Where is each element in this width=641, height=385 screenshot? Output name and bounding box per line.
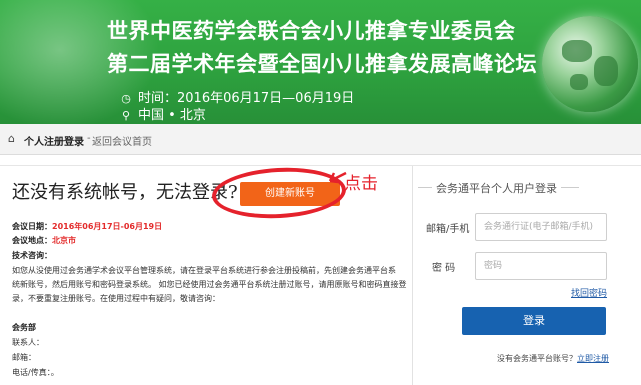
banner-location-text: 中国 • 北京: [138, 108, 206, 123]
forgot-password-link[interactable]: 找回密码: [571, 286, 607, 299]
contact-label: 联系人：: [12, 338, 44, 347]
banner-title-line2: 第二届学术年会暨全国小儿推拿发展高峰论坛: [107, 52, 537, 76]
register-prompt-text: 没有会务通平台账号？: [497, 354, 577, 363]
help-text-line3: 录，不要重复注册账号。在使用过程中有疑问，敬请咨询：: [12, 294, 220, 303]
location-pin-icon: ⚲: [121, 109, 131, 122]
content-divider: [0, 165, 641, 166]
login-button[interactable]: 登录: [462, 307, 606, 335]
meeting-place-value: 北京市: [52, 236, 76, 245]
breadcrumb-separator: -: [87, 133, 91, 144]
register-prompt: 没有会务通平台账号？立即注册: [497, 353, 609, 364]
breadcrumb: ⌂ 个人注册登录 - 返回会议首页: [0, 124, 641, 155]
help-text-line2: 统新账号，然后用账号和密码登录系统。 如您已经使用过会务通平台系统注册过账号，请…: [12, 280, 407, 289]
register-link[interactable]: 立即注册: [577, 354, 609, 363]
meeting-date-row: 会议日期：2016年06月17日-06月19日: [12, 221, 162, 232]
meeting-date-label: 会议日期：: [12, 222, 52, 231]
account-input[interactable]: 会务通行证(电子邮箱/手机): [475, 213, 607, 241]
back-to-home-link[interactable]: 返回会议首页: [92, 133, 152, 148]
column-divider: [412, 166, 413, 385]
globe-icon: [542, 16, 638, 112]
office-label: 会务部: [12, 323, 36, 332]
home-icon[interactable]: ⌂: [8, 132, 15, 145]
meeting-place-label: 会议地点：: [12, 236, 52, 245]
account-label: 邮箱/手机: [426, 224, 470, 235]
help-text-line1: 如您从没使用过会务通学术会议平台管理系统，请在登录平台系统进行参会注册投稿前，先…: [12, 266, 396, 275]
click-annotation: 点击: [344, 174, 378, 194]
banner-title-line1: 世界中医药学会联合会小儿推拿专业委员会: [107, 19, 516, 43]
breadcrumb-title: 个人注册登录: [24, 137, 84, 148]
password-input[interactable]: 密码: [475, 252, 607, 280]
tech-support-label: 技术咨询：: [12, 251, 52, 260]
meeting-date-value: 2016年06月17日-06月19日: [52, 222, 163, 231]
banner-location: ⚲ 中国 • 北京: [120, 104, 206, 123]
header-banner: 世界中医药学会联合会小儿推拿专业委员会 第二届学术年会暨全国小儿推拿发展高峰论坛…: [0, 0, 641, 124]
password-label: 密 码: [432, 263, 456, 274]
email-label: 邮箱：: [12, 353, 36, 362]
login-panel-title: 会务通平台个人用户登录: [418, 182, 579, 195]
meeting-place-row: 会议地点：北京市: [12, 235, 76, 246]
phone-label: 电话/传真：。: [12, 368, 59, 377]
no-account-heading: 还没有系统帐号，无法登录?: [12, 182, 238, 203]
